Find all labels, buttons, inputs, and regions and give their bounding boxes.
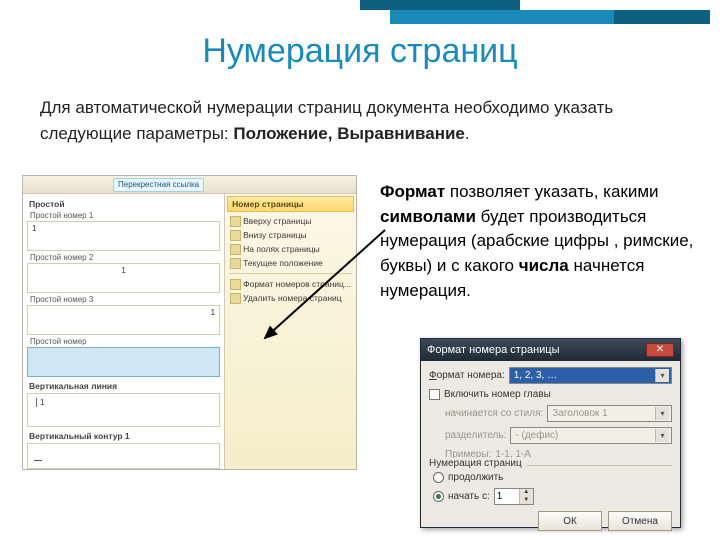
spinner-up-icon[interactable]: ▲ <box>519 489 533 497</box>
format-label: Формат номера: <box>429 370 505 381</box>
gallery-group-3: Вертикальный контур 1 <box>29 431 220 441</box>
decor-banner-dark <box>360 0 520 10</box>
start-at-spinner[interactable]: ▲ ▼ <box>494 488 534 505</box>
ok-button[interactable]: ОК <box>538 511 602 531</box>
radio-continue[interactable] <box>433 472 444 483</box>
dialog-buttons: ОК Отмена <box>429 511 672 531</box>
intro-bold: Положение, Выравнивание <box>233 124 464 143</box>
group-title: Нумерация страниц <box>429 458 526 469</box>
separator-label: разделитель: <box>445 430 506 441</box>
gallery-group-1: Простой <box>29 199 220 209</box>
row-start-at: начать с: ▲ ▼ <box>429 488 672 505</box>
chevron-down-icon: ▾ <box>655 369 669 382</box>
menu-item-bottom[interactable]: Внизу страницы <box>227 228 354 242</box>
word-ribbon: Перекрестная ссылка <box>23 176 356 194</box>
menu-item-format[interactable]: Формат номеров страниц... <box>227 277 354 291</box>
page-number-sample: 1 <box>32 224 36 233</box>
format-combo[interactable]: 1, 2, 3, … ▾ <box>509 367 672 384</box>
format-page-number-dialog: Формат номера страницы ✕ Формат номера: … <box>420 338 681 528</box>
page-number-sample: 1 <box>36 398 44 407</box>
format-b2: символами <box>380 207 476 226</box>
row-separator: разделитель: - (дефис) ▾ <box>429 427 672 444</box>
chevron-down-icon: ▾ <box>655 429 669 442</box>
menu-item-margins[interactable]: На полях страницы <box>227 242 354 256</box>
word-gallery-screenshot: Перекрестная ссылка Простой Простой номе… <box>22 175 357 470</box>
spinner-down-icon[interactable]: ▼ <box>519 497 533 505</box>
row-format: Формат номера: 1, 2, 3, … ▾ <box>429 367 672 384</box>
format-text: Формат позволяет указать, какими символа… <box>380 180 710 303</box>
separator-combo: - (дефис) ▾ <box>510 427 672 444</box>
gallery-item-label: Простой номер 2 <box>30 253 93 262</box>
dialog-title: Формат номера страницы <box>427 344 560 356</box>
group-separator: Нумерация страниц <box>429 465 672 466</box>
start-at-input[interactable] <box>495 489 519 504</box>
menu-separator <box>229 273 352 274</box>
intro-end: . <box>465 124 470 143</box>
row-start-style: начинается со стиля: Заголовок 1 ▾ <box>429 405 672 422</box>
menu-item-current[interactable]: Текущее положение <box>227 256 354 270</box>
start-style-label: начинается со стиля: <box>445 408 543 419</box>
radio-start-at[interactable] <box>433 491 444 502</box>
page-number-gallery: Простой Простой номер 1 1 Простой номер … <box>23 194 225 469</box>
slide-title: Нумерация страниц <box>0 32 720 71</box>
intro-text: Для автоматической нумерации страниц док… <box>40 95 680 148</box>
page-number-sample: — <box>34 456 42 465</box>
ribbon-chip: Перекрестная ссылка <box>113 178 204 192</box>
format-b3: числа <box>519 256 569 275</box>
page-number-sample: 1 <box>211 308 215 317</box>
format-b1: Формат <box>380 182 445 201</box>
format-t1: позволяет указать, какими <box>445 182 658 201</box>
gallery-item[interactable]: — <box>27 443 220 469</box>
gallery-item-selected[interactable]: Простой номер <box>27 347 220 377</box>
radio-continue-label: продолжить <box>448 472 503 483</box>
separator-value: - (дефис) <box>515 430 558 441</box>
row-continue: продолжить <box>429 472 672 483</box>
gallery-item[interactable]: 1 <box>27 393 220 427</box>
page-number-menu: Номер страницы Вверху страницы Внизу стр… <box>225 194 356 469</box>
menu-header: Номер страницы <box>227 196 354 212</box>
format-value: 1, 2, 3, … <box>514 370 557 381</box>
cancel-button[interactable]: Отмена <box>608 511 672 531</box>
radio-start-label: начать с: <box>448 491 490 502</box>
gallery-item[interactable]: Простой номер 3 1 <box>27 305 220 335</box>
include-chapter-checkbox[interactable] <box>429 389 440 400</box>
gallery-item-label: Простой номер <box>30 337 87 346</box>
gallery-item-label: Простой номер 1 <box>30 211 93 220</box>
include-chapter-label: Включить номер главы <box>444 389 551 400</box>
gallery-group-2: Вертикальная линия <box>29 381 220 391</box>
menu-item-top[interactable]: Вверху страницы <box>227 214 354 228</box>
gallery-item-label: Простой номер 3 <box>30 295 93 304</box>
chevron-down-icon: ▾ <box>655 407 669 420</box>
menu-item-remove[interactable]: Удалить номера страниц <box>227 291 354 305</box>
dialog-titlebar: Формат номера страницы ✕ <box>421 339 680 361</box>
start-style-combo: Заголовок 1 ▾ <box>547 405 672 422</box>
decor-banner <box>390 10 710 24</box>
gallery-item[interactable]: Простой номер 2 1 <box>27 263 220 293</box>
close-icon[interactable]: ✕ <box>646 343 674 357</box>
start-style-value: Заголовок 1 <box>552 408 607 419</box>
row-include-chapter: Включить номер главы <box>429 389 672 400</box>
page-number-sample: 1 <box>121 266 125 275</box>
gallery-item[interactable]: Простой номер 1 1 <box>27 221 220 251</box>
